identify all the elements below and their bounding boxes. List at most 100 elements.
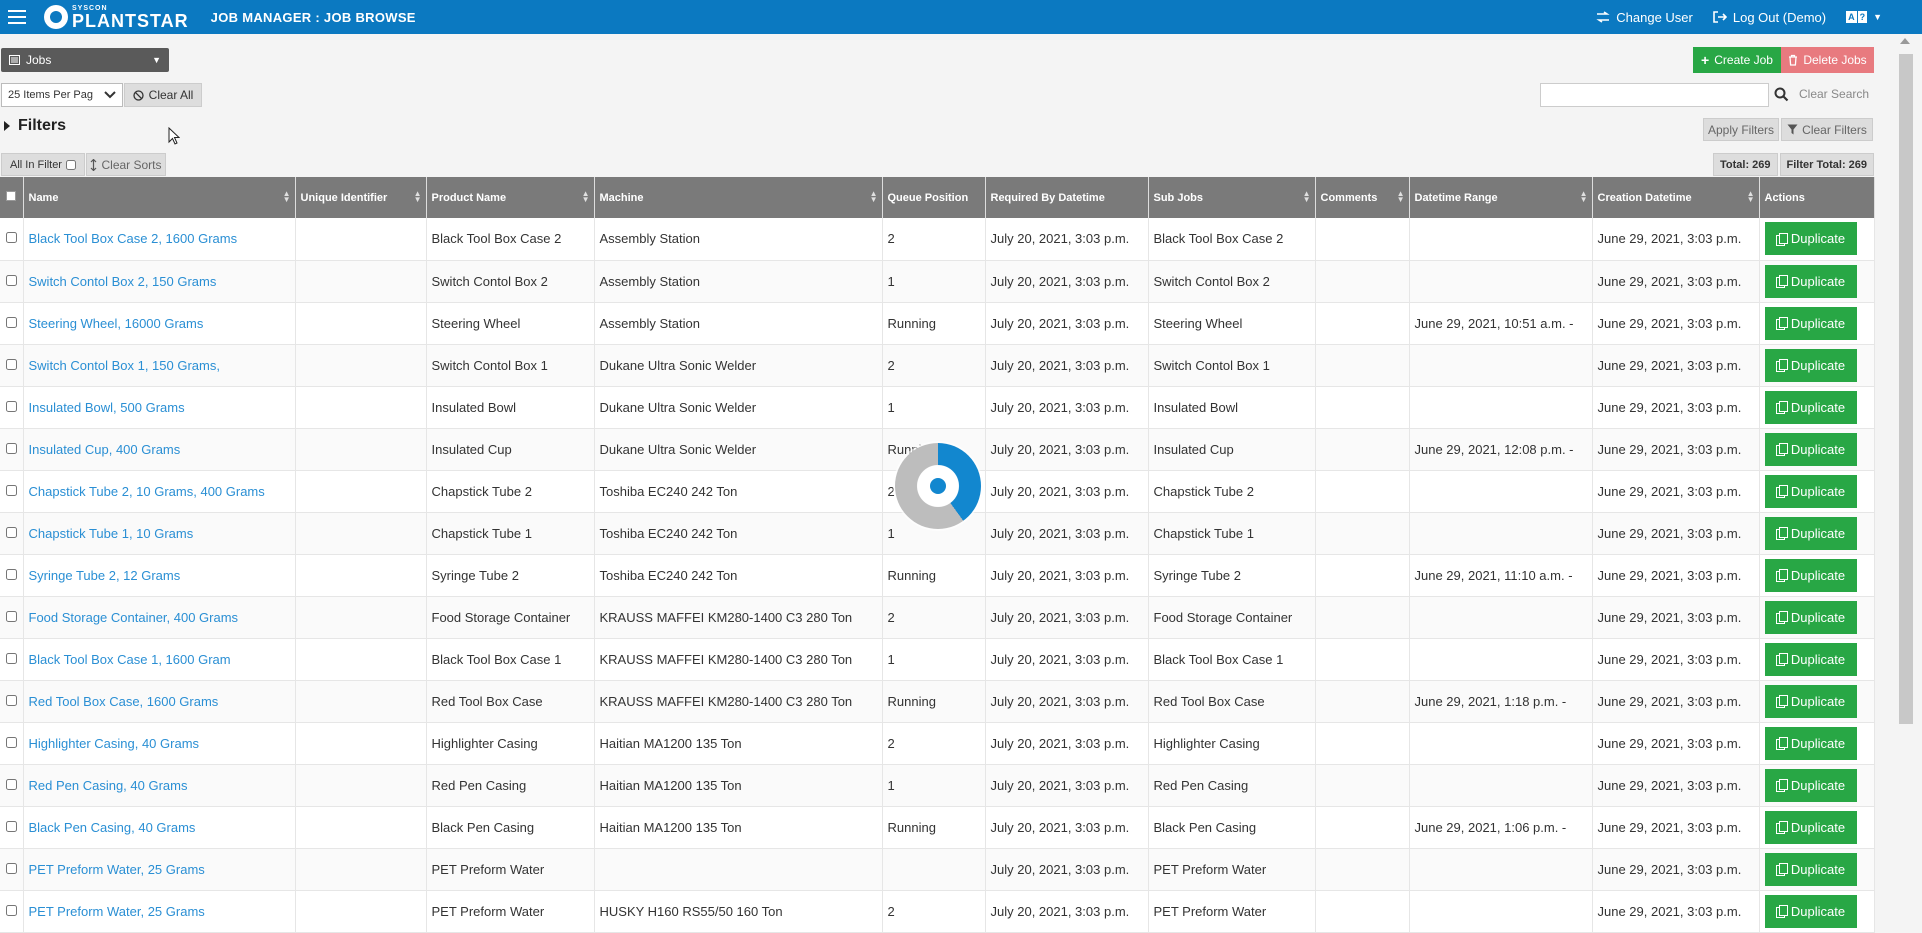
- duplicate-button[interactable]: Duplicate: [1764, 726, 1857, 760]
- job-name-link[interactable]: Black Tool Box Case 2, 1600 Grams: [29, 231, 238, 246]
- duplicate-button[interactable]: Duplicate: [1764, 516, 1857, 550]
- all-in-filter-checkbox[interactable]: [65, 159, 76, 170]
- sort-icon[interactable]: ▲ ▼: [870, 190, 878, 204]
- column-header[interactable]: Comments ▲ ▼: [1315, 177, 1410, 218]
- log-out-link[interactable]: Log Out (Demo): [1713, 10, 1826, 25]
- duplicate-button[interactable]: Duplicate: [1764, 642, 1857, 676]
- items-per-page-select[interactable]: 25 Items Per Pag: [1, 83, 123, 107]
- job-name-link[interactable]: Syringe Tube 2, 12 Grams: [29, 568, 181, 583]
- plantstar-logo[interactable]: SYSCON PLANTSTAR: [44, 5, 189, 30]
- row-checkbox[interactable]: [5, 400, 17, 412]
- clear-sorts-label: Clear Sorts: [101, 157, 162, 172]
- job-name-link[interactable]: Highlighter Casing, 40 Grams: [29, 736, 200, 751]
- row-select-cell: [0, 218, 24, 261]
- column-header[interactable]: Queue Position: [882, 177, 986, 218]
- job-name-link[interactable]: Insulated Bowl, 500 Grams: [29, 400, 185, 415]
- job-name-link[interactable]: Insulated Cup, 400 Grams: [29, 442, 181, 457]
- column-header[interactable]: Machine ▲ ▼: [594, 177, 883, 218]
- menu-icon[interactable]: [0, 0, 34, 34]
- job-name-link[interactable]: Switch Contol Box 2, 150 Grams: [29, 274, 217, 289]
- row-checkbox[interactable]: [5, 778, 17, 790]
- clear-sorts-button[interactable]: Clear Sorts: [86, 153, 166, 176]
- job-name-link[interactable]: Switch Contol Box 1, 150 Grams,: [29, 358, 220, 373]
- duplicate-button[interactable]: Duplicate: [1764, 894, 1857, 928]
- apply-filters-button[interactable]: Apply Filters: [1703, 118, 1779, 141]
- sort-icon[interactable]: ▲ ▼: [414, 190, 422, 204]
- scroll-thumb[interactable]: [1899, 54, 1913, 724]
- row-checkbox[interactable]: [5, 610, 17, 622]
- duplicate-button[interactable]: Duplicate: [1764, 306, 1857, 340]
- duplicate-button[interactable]: Duplicate: [1764, 768, 1857, 802]
- filters-toggle[interactable]: Filters: [4, 117, 66, 135]
- column-header[interactable]: Creation Datetime ▲ ▼: [1592, 177, 1760, 218]
- duplicate-button[interactable]: Duplicate: [1764, 222, 1857, 256]
- clear-search-link[interactable]: Clear Search: [1799, 87, 1869, 101]
- clear-all-button[interactable]: Clear All: [124, 83, 202, 107]
- row-checkbox[interactable]: [5, 820, 17, 832]
- scroll-up-icon[interactable]: [1900, 38, 1910, 44]
- row-checkbox[interactable]: [5, 526, 17, 538]
- row-checkbox[interactable]: [5, 904, 17, 916]
- duplicate-button[interactable]: Duplicate: [1764, 558, 1857, 592]
- search-input[interactable]: [1540, 83, 1769, 107]
- column-header[interactable]: Unique Identifier ▲ ▼: [295, 177, 427, 218]
- job-name-link[interactable]: Black Tool Box Case 1, 1600 Gram: [29, 652, 231, 667]
- row-checkbox[interactable]: [5, 652, 17, 664]
- duplicate-button[interactable]: Duplicate: [1764, 852, 1857, 886]
- job-name-link[interactable]: Chapstick Tube 1, 10 Grams: [29, 526, 194, 541]
- job-name-link[interactable]: PET Preform Water, 25 Grams: [29, 862, 205, 877]
- job-name-link[interactable]: Steering Wheel, 16000 Grams: [29, 316, 204, 331]
- row-checkbox[interactable]: [5, 316, 17, 328]
- cell-created: June 29, 2021, 3:03 p.m.: [1592, 302, 1760, 345]
- duplicate-button[interactable]: Duplicate: [1764, 600, 1857, 634]
- create-job-button[interactable]: + Create Job: [1693, 47, 1781, 73]
- language-select[interactable]: A? ▼: [1846, 11, 1882, 23]
- row-checkbox[interactable]: [5, 568, 17, 580]
- clear-filters-button[interactable]: Clear Filters: [1781, 118, 1873, 141]
- row-checkbox[interactable]: [5, 358, 17, 370]
- delete-jobs-button[interactable]: Delete Jobs: [1781, 47, 1874, 73]
- view-select[interactable]: Jobs ▼: [1, 48, 169, 72]
- column-header[interactable]: Sub Jobs ▲ ▼: [1148, 177, 1316, 218]
- row-checkbox[interactable]: [5, 442, 17, 454]
- duplicate-button[interactable]: Duplicate: [1764, 810, 1857, 844]
- sort-icon[interactable]: ▲ ▼: [1580, 190, 1588, 204]
- change-user-link[interactable]: Change User: [1596, 10, 1693, 25]
- row-checkbox[interactable]: [5, 484, 17, 496]
- row-select-cell: [0, 848, 24, 891]
- column-header[interactable]: Product Name ▲ ▼: [426, 177, 595, 218]
- job-name-link[interactable]: Red Tool Box Case, 1600 Grams: [29, 694, 219, 709]
- column-header[interactable]: Required By Datetime: [985, 177, 1149, 218]
- row-checkbox[interactable]: [5, 694, 17, 706]
- duplicate-button[interactable]: Duplicate: [1764, 474, 1857, 508]
- duplicate-button[interactable]: Duplicate: [1764, 348, 1857, 382]
- row-checkbox[interactable]: [5, 232, 17, 244]
- duplicate-button[interactable]: Duplicate: [1764, 432, 1857, 466]
- row-checkbox[interactable]: [5, 736, 17, 748]
- sort-icon[interactable]: ▲ ▼: [1303, 190, 1311, 204]
- sort-icon[interactable]: ▲ ▼: [582, 190, 590, 204]
- sort-icon[interactable]: ▲ ▼: [1397, 190, 1405, 204]
- job-name-link[interactable]: PET Preform Water, 25 Grams: [29, 904, 205, 919]
- cell-machine: KRAUSS MAFFEI KM280-1400 C3 280 Ton: [594, 680, 883, 723]
- sort-icon[interactable]: ▲ ▼: [1747, 190, 1755, 204]
- row-checkbox[interactable]: [5, 274, 17, 286]
- row-checkbox[interactable]: [5, 862, 17, 874]
- job-name-link[interactable]: Red Pen Casing, 40 Grams: [29, 778, 188, 793]
- job-name-link[interactable]: Black Pen Casing, 40 Grams: [29, 820, 196, 835]
- duplicate-button[interactable]: Duplicate: [1764, 264, 1857, 298]
- column-header[interactable]: Datetime Range ▲ ▼: [1409, 177, 1593, 218]
- duplicate-button[interactable]: Duplicate: [1764, 390, 1857, 424]
- search-icon[interactable]: [1773, 86, 1791, 104]
- sort-icon[interactable]: ▲ ▼: [283, 190, 291, 204]
- job-name-link[interactable]: Chapstick Tube 2, 10 Grams, 400 Grams: [29, 484, 265, 499]
- job-name-link[interactable]: Food Storage Container, 400 Grams: [29, 610, 239, 625]
- duplicate-button[interactable]: Duplicate: [1764, 684, 1857, 718]
- page-scrollbar[interactable]: [1890, 34, 1922, 910]
- select-all-header[interactable]: [0, 177, 24, 218]
- all-in-filter-toggle[interactable]: All In Filter: [1, 153, 85, 176]
- table-row: Red Pen Casing, 40 Grams Red Pen Casing Ha…: [0, 764, 1875, 807]
- select-all-checkbox[interactable]: [6, 191, 17, 201]
- copy-icon: [1775, 905, 1788, 918]
- column-header[interactable]: Name ▲ ▼: [23, 177, 296, 218]
